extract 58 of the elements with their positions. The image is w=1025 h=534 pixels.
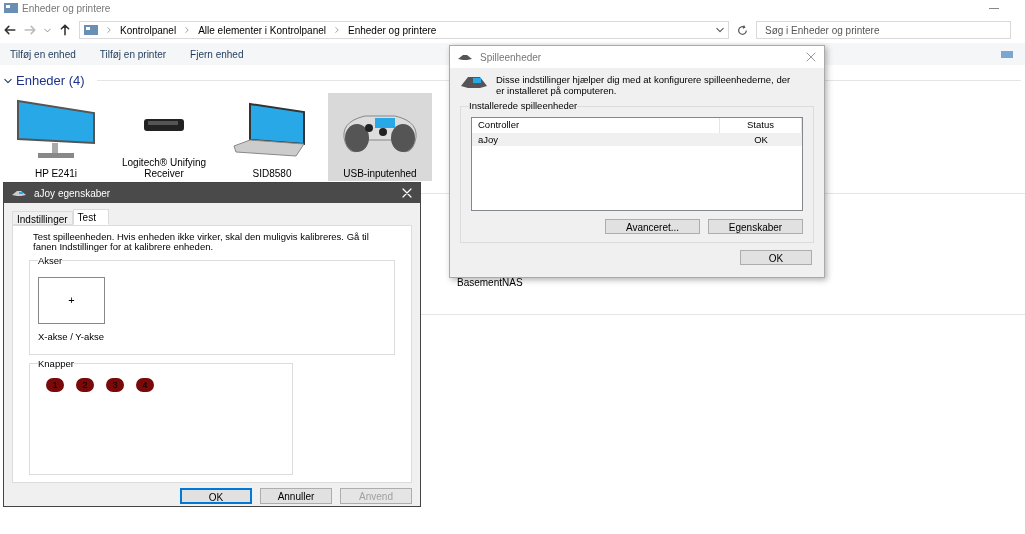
button-indicator: 1 xyxy=(46,378,64,392)
dialog-title: aJoy egenskaber xyxy=(34,186,111,201)
toolbar-button[interactable]: Tilføj en printer xyxy=(99,46,167,62)
breadcrumb-item[interactable]: Enheder og printere xyxy=(348,22,437,38)
group-header[interactable]: Enheder (4) xyxy=(16,71,85,91)
button-indicator: 3 xyxy=(106,378,124,392)
device-label: HP E241i xyxy=(34,167,78,179)
device-label: Logitech® Unifying Receiver xyxy=(120,156,208,179)
device-tile[interactable]: HP E241i xyxy=(4,92,108,181)
group-title: Akser xyxy=(38,255,63,267)
up-arrow-icon[interactable] xyxy=(59,24,71,36)
refresh-icon[interactable] xyxy=(737,24,748,36)
dropdown-caret-icon[interactable] xyxy=(716,26,724,34)
device-label: USB-inputenhed xyxy=(343,167,417,179)
toolbar-button[interactable]: Fjern enhed xyxy=(190,46,244,62)
gamepad-icon xyxy=(12,189,26,197)
monitor-icon xyxy=(16,99,96,161)
dialog-button[interactable]: Annuller xyxy=(260,488,332,504)
window-title: Enheder og printere xyxy=(22,1,111,16)
gamepad-icon xyxy=(460,74,488,90)
crosshair-marker: + xyxy=(68,293,75,309)
list-row[interactable]: aJoy OK xyxy=(472,133,802,146)
dialog-button[interactable]: OK xyxy=(180,488,252,504)
device-label: BasementNAS xyxy=(457,276,523,288)
ok-button[interactable]: OK xyxy=(740,250,812,265)
chevron-icon[interactable] xyxy=(4,76,12,85)
device-tile[interactable]: SID8580 xyxy=(220,92,324,181)
chevron-icon xyxy=(106,27,112,33)
search-field[interactable]: Søg i Enheder og printere xyxy=(756,21,1011,39)
toolbar-button[interactable]: Tilføj en enhed xyxy=(10,46,76,62)
device-tile[interactable]: USB-inputenhed xyxy=(328,92,432,181)
dialog-button[interactable]: Egenskaber xyxy=(708,219,803,234)
button-indicator: 2 xyxy=(76,378,94,392)
dialog-button[interactable]: Avanceret... xyxy=(605,219,700,234)
description-text: Disse indstillinger hjælper dig med at konfigurere spilleenhederne, der er installeret på computeren. xyxy=(496,74,792,96)
gamepad-icon xyxy=(458,53,472,61)
address-bar[interactable]: Kontrolpanel Alle elementer i Kontrolpanel Enheder og printere xyxy=(79,21,729,39)
button-indicator: 4 xyxy=(136,378,154,392)
controller-name: aJoy xyxy=(477,133,500,146)
back-arrow-icon[interactable] xyxy=(4,24,16,36)
axis-label: X-akse / Y-akse xyxy=(38,330,105,344)
control-panel-icon xyxy=(4,3,18,13)
chevron-icon xyxy=(334,27,340,33)
tab[interactable]: Test xyxy=(72,209,109,225)
device-tile[interactable]: Logitech® Unifying Receiver xyxy=(112,92,216,181)
breadcrumb-item[interactable]: Kontrolpanel xyxy=(120,22,177,38)
device-label: SID8580 xyxy=(252,167,292,179)
group-title: Installerede spilleenheder xyxy=(469,100,578,112)
control-panel-icon xyxy=(84,25,98,35)
status-text: OK xyxy=(753,133,769,146)
group-title: Knapper xyxy=(38,358,74,370)
dialog-title: Spilleenheder xyxy=(480,50,542,65)
minimize-icon[interactable] xyxy=(989,7,999,9)
controller-list[interactable]: Controller Status aJoy OK xyxy=(471,117,803,211)
instruction-text: Test spilleenheden. Hvis enheden ikke virker, skal den muligvis kalibreres. Gå til fanen Indstillinger for at kalibrere enheden. xyxy=(32,232,369,252)
chevron-icon xyxy=(184,27,191,33)
breadcrumb-item[interactable]: Alle elementer i Kontrolpanel xyxy=(198,22,326,38)
tab[interactable]: Indstillinger xyxy=(12,211,73,225)
